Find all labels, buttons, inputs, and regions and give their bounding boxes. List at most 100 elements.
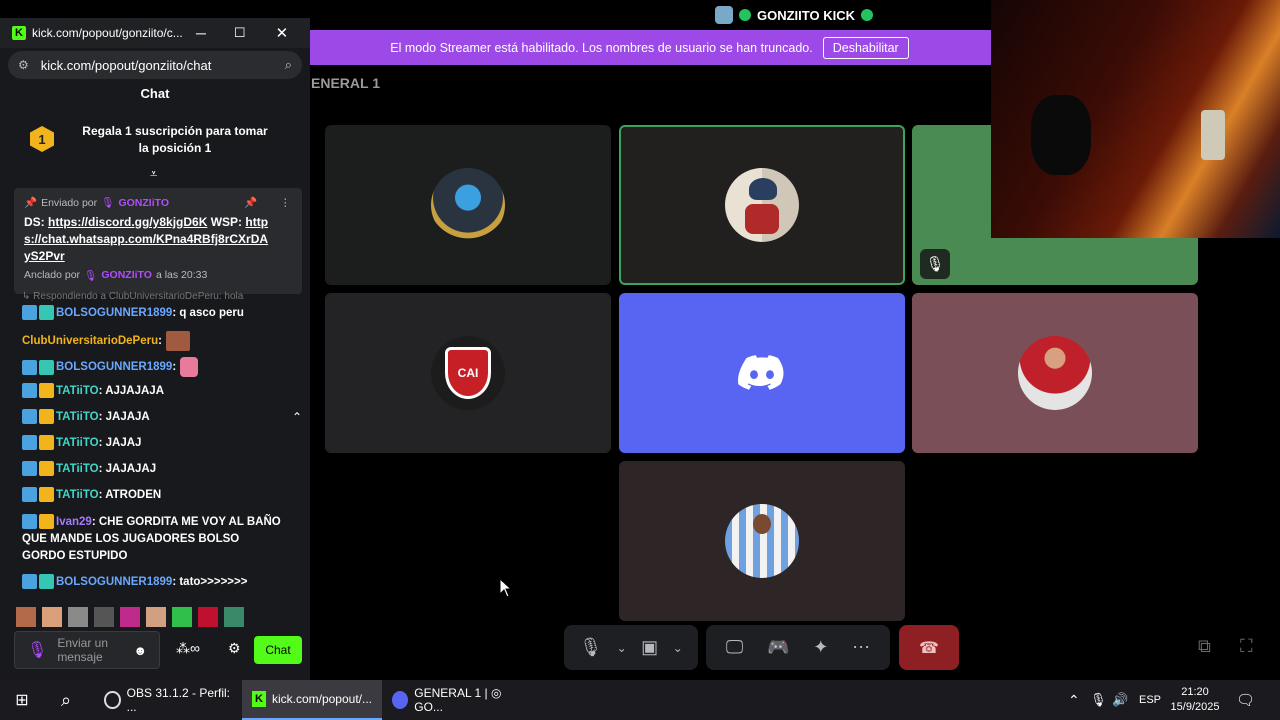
username[interactable]: ClubUniversitarioDePeru [22, 335, 158, 347]
chevron-down-icon[interactable]: ⌄ [673, 641, 683, 655]
more-vertical-icon[interactable]: ⋮ [280, 197, 291, 209]
username[interactable]: BOLSOGUNNER1899 [56, 576, 172, 588]
more-options-icon[interactable]: ⋯ [852, 637, 870, 658]
unpin-icon[interactable]: 📌 [244, 196, 257, 209]
chat-message[interactable]: TATiiTO: JAJAJAJ [22, 461, 282, 478]
emote-icon[interactable] [94, 607, 114, 627]
microphone-icon[interactable]: 🎙 [1090, 692, 1107, 708]
mic-badge-icon: 🎙 [101, 197, 115, 209]
avatar [725, 504, 799, 578]
sent-by-user: GONZIiTO [118, 196, 170, 209]
discord-link[interactable]: https://discord.gg/y8kjgD6K [48, 215, 207, 229]
activity-gamepad-icon[interactable]: 🎮 [767, 637, 789, 658]
settings-icon[interactable]: ⚙ [228, 640, 241, 657]
username[interactable]: TATiiTO [56, 411, 99, 423]
participant-tile-discord[interactable] [619, 293, 905, 453]
site-settings-icon[interactable]: ⚙ [18, 58, 29, 72]
username[interactable]: Ivan29 [56, 516, 92, 528]
chevron-down-icon[interactable]: ⌄ [617, 641, 627, 655]
fullscreen-icon[interactable]: ⛶ [1240, 636, 1253, 657]
message-input[interactable]: 🎙 Enviar un mensaje ☻ [14, 631, 160, 669]
camera-off-icon[interactable]: ▣ [641, 637, 658, 658]
chevron-up-icon[interactable]: ⌃ [1068, 692, 1080, 709]
volume-icon[interactable]: 🔊 [1112, 692, 1128, 708]
reply-hint: ↳ Respondiendo a ClubUniversitarioDePeru… [22, 291, 244, 302]
username[interactable]: TATiiTO [56, 463, 99, 475]
discord-icon [392, 691, 409, 709]
message-text: : [172, 361, 177, 374]
taskbar: ⊞ ⌕ OBS 31.1.2 - Perfil: ... K kick.com/… [0, 680, 1280, 720]
clock[interactable]: 21:20 15/9/2025 [1168, 685, 1222, 715]
verified-badge-icon [22, 359, 37, 375]
chat-message[interactable]: TATiiTO: JAJAJ [22, 435, 282, 452]
participant-tile[interactable]: CAI [325, 293, 611, 453]
pinned-by-label: Anclado por [24, 269, 81, 281]
chat-message[interactable]: Ivan29: CHE GORDITA ME VOY AL BAÑO QUE M… [22, 514, 282, 565]
participant-tile[interactable] [912, 293, 1198, 453]
emote-icon[interactable] [16, 607, 36, 627]
message-text: : JAJAJA [98, 411, 150, 423]
users-infinity-icon[interactable]: ⁂∞ [176, 640, 200, 657]
username[interactable]: TATiiTO [56, 385, 99, 397]
audio-controls: 🎙 ⌄ ▣ ⌄ [564, 625, 698, 670]
notifications-icon[interactable]: 🗨 [1236, 691, 1255, 709]
maximize-icon[interactable]: ☐ [234, 25, 246, 41]
gift-sub-banner[interactable]: 1 Regala 1 suscripción para tomar la pos… [10, 116, 302, 164]
microphone-icon[interactable]: 🎙 [579, 637, 602, 658]
emote-icon[interactable] [42, 607, 62, 627]
language-indicator[interactable]: ESP [1139, 694, 1161, 706]
chat-message[interactable]: TATiiTO: JAJAJA [22, 409, 282, 426]
username[interactable]: TATiiTO [56, 489, 99, 501]
verified-badge-icon [22, 383, 37, 399]
emote-icon[interactable] [198, 607, 218, 627]
emote-icon[interactable] [120, 607, 140, 627]
chat-message[interactable]: BOLSOGUNNER1899: tato>>>>>>> [22, 574, 282, 591]
end-call-button[interactable]: ☎ [899, 625, 959, 670]
chat-message[interactable]: ClubUniversitarioDePeru: [22, 331, 282, 351]
emote-bar[interactable] [16, 607, 256, 629]
emoji-icon[interactable]: ☻ [133, 643, 147, 658]
chat-message[interactable]: TATiiTO: AJJAJAJA [22, 383, 282, 400]
chat-message[interactable]: BOLSOGUNNER1899: [22, 357, 282, 377]
username[interactable]: TATiiTO [56, 437, 99, 449]
mic-badge-icon: 🎙 [27, 642, 48, 659]
emote-icon [180, 357, 199, 377]
message-text: : ATRODEN [98, 489, 162, 501]
discord-logo-icon [738, 355, 784, 390]
search-icon[interactable]: ⌕ [285, 57, 292, 73]
participant-tile-speaking[interactable] [619, 125, 905, 285]
popout-icon[interactable]: ⧉ [1198, 636, 1211, 657]
participant-tile[interactable] [619, 461, 905, 621]
app-label: kick.com/popout/... [271, 692, 372, 706]
collapse-icon[interactable]: ⩡ [150, 166, 157, 182]
taskbar-app-discord[interactable]: GENERAL 1 | ◎ GO... [382, 680, 532, 720]
emote-icon[interactable] [224, 607, 244, 627]
send-chat-button[interactable]: Chat [254, 636, 302, 664]
close-icon[interactable]: ✕ [276, 24, 289, 42]
verified-badge-icon [22, 435, 37, 451]
windows-start-icon[interactable]: ⊞ [0, 690, 44, 710]
minimize-icon[interactable]: ─ [196, 25, 206, 41]
streamer-mode-banner: El modo Streamer está habilitado. Los no… [308, 30, 991, 65]
username[interactable]: BOLSOGUNNER1899 [56, 307, 172, 319]
soundboard-icon[interactable]: ✦ [813, 637, 828, 658]
chevron-up-icon[interactable]: ⌃ [292, 410, 302, 424]
username[interactable]: BOLSOGUNNER1899 [56, 361, 172, 373]
search-icon[interactable]: ⌕ [44, 690, 88, 711]
screen-share-icon[interactable]: 🖵 [726, 637, 743, 658]
taskbar-app-kick[interactable]: K kick.com/popout/... [242, 680, 382, 720]
participant-tile[interactable] [325, 125, 611, 285]
chat-message[interactable]: BOLSOGUNNER1899: q asco peru [22, 305, 282, 322]
mouse-cursor-icon [499, 578, 513, 598]
sent-by-label: Enviado por [41, 196, 98, 209]
emote-icon[interactable] [146, 607, 166, 627]
chat-message[interactable]: TATiiTO: ATRODEN [22, 487, 282, 504]
url-bar[interactable]: ⚙ kick.com/popout/gonziito/chat ⌕ [8, 51, 302, 79]
disable-streamer-button[interactable]: Deshabilitar [822, 36, 909, 59]
taskbar-app-obs[interactable]: OBS 31.1.2 - Perfil: ... [94, 680, 242, 720]
message-text: : q asco peru [172, 307, 244, 319]
window-title-bar: K kick.com/popout/gonziito/c... ─ ☐ ✕ [0, 18, 310, 48]
emote-icon[interactable] [172, 607, 192, 627]
avatar: CAI [431, 336, 505, 410]
emote-icon[interactable] [68, 607, 88, 627]
